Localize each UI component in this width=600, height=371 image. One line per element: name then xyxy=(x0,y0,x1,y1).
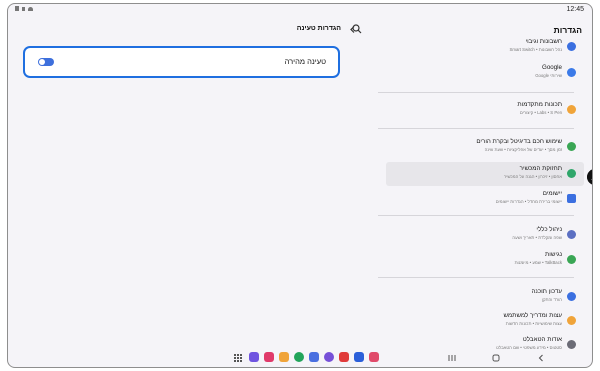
settings-item-google[interactable]: Google שירותי Google xyxy=(382,61,578,85)
notification-icon xyxy=(15,6,19,11)
wifi-icon xyxy=(28,6,33,11)
settings-item-subtitle: שירותי Google xyxy=(535,73,562,78)
gallery-app-icon[interactable] xyxy=(339,352,349,362)
phone-app-icon[interactable] xyxy=(294,352,304,362)
back-nav-icon[interactable] xyxy=(537,354,545,362)
flower-app-icon[interactable] xyxy=(369,352,379,362)
settings-item-title: תכונות מתקדמות xyxy=(517,101,562,108)
settings-item-software-update[interactable]: עדכון תוכנה הורד והתקן xyxy=(382,285,578,309)
divider xyxy=(378,215,574,216)
settings-item-title: עדכון תוכנה xyxy=(531,288,563,295)
settings-item-title: יישומים xyxy=(542,190,562,197)
settings-item-accessibility[interactable]: נגישות TalkBack • שמע • מיומנות xyxy=(382,248,578,272)
divider xyxy=(378,277,574,278)
settings-item-subtitle: אחסון • זיכרון • הגנה על המכשיר xyxy=(503,174,562,179)
software-update-icon xyxy=(567,292,576,301)
settings-item-subtitle: Labs • S Pen • קיצורים xyxy=(519,110,562,115)
settings-item-subtitle: שפה ומקלדת • תאריך ושעה xyxy=(512,235,562,240)
settings-item-apps[interactable]: יישומים יישומי ברירת מחדל • הגדרות יישומ… xyxy=(382,187,578,211)
page-title: הגדרות טעינה xyxy=(296,25,341,32)
status-time: 12:45 xyxy=(566,6,584,13)
toggle-knob xyxy=(39,59,45,65)
device-care-icon xyxy=(567,169,576,178)
settings-title: הגדרות xyxy=(553,25,582,35)
settings-item-device-care[interactable]: תחזוקת המכשיר אחסון • זיכרון • הגנה על ה… xyxy=(386,162,584,186)
settings-item-title: שימוש חכם בדיגיטל ובקרת הורים xyxy=(476,138,562,145)
edit-pen-icon[interactable] xyxy=(587,169,593,185)
taskbar xyxy=(8,349,592,367)
back-icon[interactable] xyxy=(348,25,357,34)
settings-item-title: Google xyxy=(542,64,562,71)
general-management-icon xyxy=(567,230,576,239)
home-icon[interactable] xyxy=(492,354,500,362)
settings-item-digital-wellbeing[interactable]: שימוש חכם בדיגיטל ובקרת הורים זמן מסך • … xyxy=(382,135,578,159)
apps-icon xyxy=(567,194,576,203)
settings-item-subtitle: הורד והתקן xyxy=(541,297,562,302)
contacts-app-icon[interactable] xyxy=(309,352,319,362)
status-bar: 12:45 xyxy=(8,4,592,16)
divider xyxy=(378,128,574,129)
settings-item-subtitle: יישומי ברירת מחדל • הגדרות יישומים xyxy=(495,199,562,204)
recents-icon[interactable] xyxy=(448,354,456,362)
settings-item-title: ניהול כללי xyxy=(536,226,562,233)
google-icon xyxy=(567,68,576,77)
divider xyxy=(378,92,574,93)
accessibility-icon xyxy=(567,255,576,264)
accounts-icon xyxy=(567,42,576,51)
detail-header: הגדרות טעינה xyxy=(281,24,361,36)
messages-app-icon[interactable] xyxy=(249,352,259,362)
fast-charging-label: טעינה מהירה xyxy=(284,57,326,66)
about-tablet-icon xyxy=(567,340,576,349)
camera-app-icon[interactable] xyxy=(264,352,274,362)
tablet-screen: 12:45 הגדרות חשבונות וגיבוי נהל חשבונות … xyxy=(7,3,593,368)
fast-charging-card[interactable]: טעינה מהירה xyxy=(23,46,340,78)
settings-item-advanced-features[interactable]: תכונות מתקדמות Labs • S Pen • קיצורים xyxy=(382,98,578,122)
advanced-features-icon xyxy=(567,105,576,114)
settings-item-title: אודות הטאבלט xyxy=(522,336,562,343)
notes-app-icon[interactable] xyxy=(279,352,289,362)
dock xyxy=(249,352,379,362)
settings-item-general-management[interactable]: ניהול כללי שפה ומקלדת • תאריך ושעה xyxy=(382,223,578,247)
status-icons xyxy=(15,6,33,11)
settings-item-title: נגישות xyxy=(544,251,562,258)
cast-icon xyxy=(22,6,25,11)
settings-item-title: עצות ומדריך למשתמש xyxy=(503,312,562,319)
settings-item-subtitle: עצות שימושיות • תכונות חדשות xyxy=(505,321,562,326)
digital-wellbeing-icon xyxy=(567,142,576,151)
settings-item-subtitle: נהל חשבונות • Smart Switch xyxy=(509,47,562,52)
fast-charging-toggle[interactable] xyxy=(38,58,54,66)
store-app-icon[interactable] xyxy=(354,352,364,362)
settings-item-title: חשבונות וגיבוי xyxy=(525,38,562,45)
apps-grid-icon[interactable] xyxy=(234,354,242,362)
tips-icon xyxy=(567,316,576,325)
settings-item-tips[interactable]: עצות ומדריך למשתמש עצות שימושיות • תכונו… xyxy=(382,309,578,333)
settings-item-subtitle: TalkBack • שמע • מיומנות xyxy=(514,260,562,265)
settings-item-title: תחזוקת המכשיר xyxy=(519,165,562,172)
internet-app-icon[interactable] xyxy=(324,352,334,362)
settings-item-subtitle: זמן מסך • יעדים של אפליקציות • שעת שינה xyxy=(484,147,562,152)
settings-item-accounts[interactable]: חשבונות וגיבוי נהל חשבונות • Smart Switc… xyxy=(382,35,578,59)
